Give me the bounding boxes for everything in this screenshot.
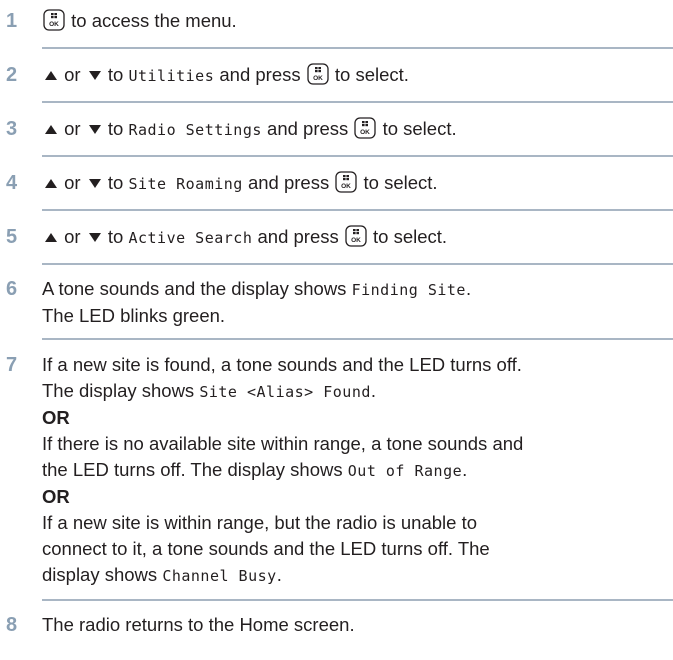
menu-item-name: Utilities bbox=[128, 67, 215, 85]
step-2: 2 or to Utilities and press to select. bbox=[0, 62, 673, 89]
step-7: 7 If a new site is found, a tone sounds … bbox=[0, 352, 673, 589]
step-number: 4 bbox=[6, 172, 18, 194]
period: . bbox=[276, 564, 282, 585]
procedure-page: 1 to access the menu. 2 or to Utilities … bbox=[0, 0, 673, 660]
step-4: 4 or to Site Roaming and press to select… bbox=[0, 170, 673, 197]
step-5: 5 or to Active Search and press to selec… bbox=[0, 224, 673, 251]
press-text: and press bbox=[267, 118, 349, 139]
divider bbox=[42, 209, 673, 211]
divider bbox=[42, 155, 673, 157]
step-number: 3 bbox=[6, 118, 18, 140]
step-text: If there is no available site within ran… bbox=[42, 433, 524, 454]
step-text: A tone sounds and the display shows bbox=[42, 278, 347, 299]
step-text: display shows bbox=[42, 564, 158, 585]
step-text: connect to it, a tone sounds and the LED… bbox=[42, 538, 490, 559]
display-message: Channel Busy bbox=[162, 567, 277, 585]
step-number: 7 bbox=[6, 354, 18, 376]
step-1: 1 to access the menu. bbox=[0, 8, 673, 34]
up-arrow-icon bbox=[45, 233, 57, 242]
to-text: to bbox=[107, 226, 124, 247]
select-text: to select. bbox=[373, 226, 448, 247]
step-3: 3 or to Radio Settings and press to sele… bbox=[0, 116, 673, 143]
down-arrow-icon bbox=[88, 179, 101, 188]
down-arrow-icon bbox=[88, 233, 101, 242]
down-arrow-icon bbox=[88, 125, 101, 134]
menu-ok-key-icon bbox=[354, 117, 376, 139]
step-text: The display shows bbox=[42, 380, 195, 401]
step-number: 6 bbox=[6, 278, 18, 300]
menu-ok-key-icon bbox=[43, 9, 65, 31]
divider bbox=[42, 599, 673, 601]
step-number: 8 bbox=[6, 614, 18, 636]
period: . bbox=[370, 380, 377, 401]
menu-ok-key-icon bbox=[335, 171, 357, 193]
step-text: If a new site is within range, but the r… bbox=[42, 512, 478, 533]
or-text: or bbox=[64, 172, 81, 193]
menu-ok-key-icon bbox=[345, 225, 367, 247]
menu-item-name: Site Roaming bbox=[128, 175, 243, 193]
up-arrow-icon bbox=[45, 71, 57, 80]
or-text: or bbox=[64, 64, 81, 85]
divider bbox=[42, 101, 673, 103]
display-message: Finding Site bbox=[351, 281, 466, 299]
or-text: or bbox=[64, 118, 81, 139]
step-text: the LED turns off. The display shows bbox=[42, 459, 343, 480]
menu-item-name: Active Search bbox=[128, 229, 253, 247]
divider bbox=[42, 338, 673, 340]
step-text: The radio returns to the Home screen. bbox=[42, 614, 355, 635]
step-6: 6 A tone sounds and the display shows Fi… bbox=[0, 276, 673, 329]
step-number: 2 bbox=[6, 64, 18, 86]
divider bbox=[42, 47, 673, 49]
period: . bbox=[462, 459, 468, 480]
step-text: The LED blinks green. bbox=[42, 305, 226, 326]
up-arrow-icon bbox=[45, 179, 57, 188]
press-text: and press bbox=[257, 226, 339, 247]
down-arrow-icon bbox=[88, 71, 101, 80]
step-number: 1 bbox=[6, 10, 18, 32]
select-text: to select. bbox=[363, 172, 438, 193]
or-label: OR bbox=[42, 407, 70, 428]
press-text: and press bbox=[247, 172, 330, 193]
step-text: If a new site is found, a tone sounds an… bbox=[42, 354, 522, 375]
to-text: to bbox=[107, 64, 124, 85]
period: . bbox=[465, 278, 472, 299]
or-text: or bbox=[64, 226, 81, 247]
step-8: 8 The radio returns to the Home screen. bbox=[0, 612, 673, 638]
select-text: to select. bbox=[382, 118, 457, 139]
menu-ok-key-icon bbox=[307, 63, 329, 85]
step-text: to access the menu. bbox=[71, 10, 237, 31]
to-text: to bbox=[107, 172, 124, 193]
to-text: to bbox=[107, 118, 124, 139]
display-message: Out of Range bbox=[347, 462, 463, 480]
or-label: OR bbox=[42, 486, 70, 507]
up-arrow-icon bbox=[45, 125, 57, 134]
display-message: Site <Alias> Found bbox=[199, 383, 371, 401]
step-number: 5 bbox=[6, 226, 18, 248]
menu-item-name: Radio Settings bbox=[128, 121, 262, 139]
press-text: and press bbox=[219, 64, 301, 85]
divider bbox=[42, 263, 673, 265]
select-text: to select. bbox=[334, 64, 409, 85]
